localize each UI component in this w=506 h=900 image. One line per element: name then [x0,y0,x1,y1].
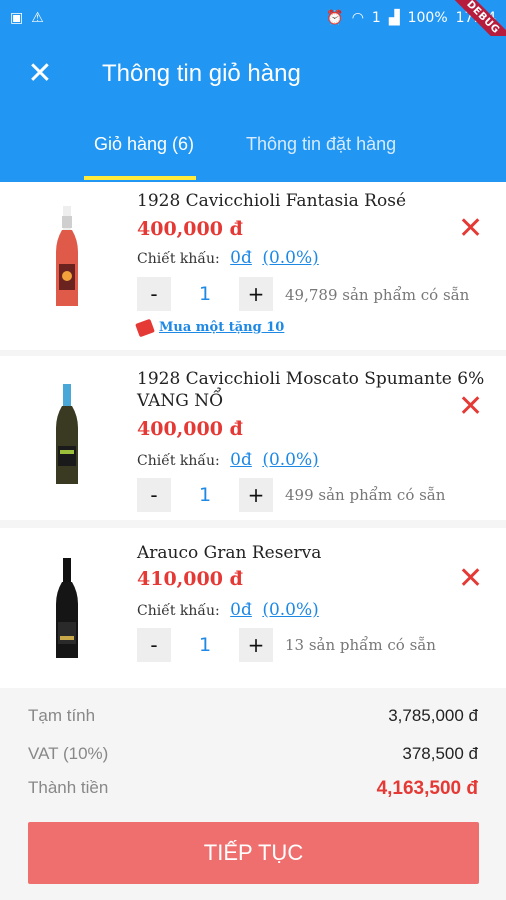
increment-button[interactable]: + [239,277,273,311]
alarm-icon: ⏰ [326,10,344,26]
subtotal-label: Tạm tính [28,706,96,725]
product-price: 410,000 đ [137,568,243,590]
close-icon[interactable]: ✕ [24,56,56,92]
discount-percent-link[interactable]: (0.0%) [262,600,318,620]
cart-item: Arauco Gran Reserva 410,000 đ Chiết khấu… [0,528,506,688]
cart-item: 1928 Cavicchioli Fantasia Rosé 400,000 đ… [0,182,506,350]
tag-icon [135,318,155,337]
app-bar: ✕ Thông tin giỏ hàng [0,36,506,116]
product-name: 1928 Cavicchioli Fantasia Rosé [137,191,407,211]
quantity-value[interactable]: 1 [171,283,239,305]
promo-text[interactable]: Mua một tặng 10 [159,320,284,335]
quantity-stepper: - 1 + [137,628,273,662]
battery-level: 100% [407,10,448,26]
product-price: 400,000 đ [137,418,243,440]
tab-cart[interactable]: Giỏ hàng (6) [94,134,194,155]
sparkling-bottle-image [56,384,78,484]
tab-bar: Giỏ hàng (6) Thông tin đặt hàng [0,116,506,182]
cart-item: 1928 Cavicchioli Moscato Spumante 6% VAN… [0,356,506,520]
increment-button[interactable]: + [239,628,273,662]
decrement-button[interactable]: - [137,628,171,662]
signal-icon: ▟ [388,10,400,26]
product-name: Arauco Gran Reserva [137,543,322,563]
page-title: Thông tin giỏ hàng [102,60,301,87]
tab-order-info[interactable]: Thông tin đặt hàng [246,134,396,155]
stock-text: 499 sản phẩm có sẵn [285,486,446,504]
remove-item-icon[interactable]: ✕ [458,392,483,422]
decrement-button[interactable]: - [137,277,171,311]
tab-indicator [84,176,196,180]
remove-item-icon[interactable]: ✕ [458,214,483,244]
discount-amount-link[interactable]: 0đ [230,248,252,268]
discount-row: Chiết khấu: 0đ (0.0%) [137,248,319,268]
discount-percent-link[interactable]: (0.0%) [262,450,318,470]
vat-label: VAT (10%) [28,744,109,763]
discount-label: Chiết khấu: [137,603,220,619]
status-bar: ▣ ⚠ ⏰ ◠ 1 ▟ 100% 17:24 DEBUG [0,0,506,63]
sim-icon: 1 [371,10,381,26]
red-wine-bottle-image [56,558,78,658]
decrement-button[interactable]: - [137,478,171,512]
total-value: 4,163,500 đ [376,778,478,799]
quantity-stepper: - 1 + [137,277,273,311]
stock-text: 13 sản phẩm có sẵn [285,636,436,654]
discount-amount-link[interactable]: 0đ [230,600,252,620]
promo-link[interactable]: Mua một tặng 10 [135,318,284,337]
rose-bottle-image [56,206,78,306]
vat-row: VAT (10%) 378,500 đ [28,744,478,764]
order-summary: Tạm tính 3,785,000 đ VAT (10%) 378,500 đ… [0,694,506,900]
stock-text: 49,789 sản phẩm có sẵn [285,286,470,304]
increment-button[interactable]: + [239,478,273,512]
total-label: Thành tiền [28,778,109,797]
discount-label: Chiết khấu: [137,251,220,267]
subtotal-value: 3,785,000 đ [388,706,478,725]
discount-row: Chiết khấu: 0đ (0.0%) [137,450,319,470]
quantity-value[interactable]: 1 [171,634,239,656]
subtotal-row: Tạm tính 3,785,000 đ [28,706,478,726]
warning-icon: ⚠ [31,10,44,26]
vat-value: 378,500 đ [402,744,478,763]
wifi-icon: ◠ [351,10,364,26]
product-name: 1928 Cavicchioli Moscato Spumante 6% VAN… [137,369,485,411]
total-row: Thành tiền 4,163,500 đ [28,778,478,800]
discount-amount-link[interactable]: 0đ [230,450,252,470]
discount-row: Chiết khấu: 0đ (0.0%) [137,600,319,620]
quantity-stepper: - 1 + [137,478,273,512]
discount-percent-link[interactable]: (0.0%) [262,248,318,268]
remove-item-icon[interactable]: ✕ [458,564,483,594]
discount-label: Chiết khấu: [137,453,220,469]
product-price: 400,000 đ [137,218,243,240]
quantity-value[interactable]: 1 [171,484,239,506]
continue-button[interactable]: TIẾP TỤC [28,822,479,884]
image-icon: ▣ [10,10,24,26]
